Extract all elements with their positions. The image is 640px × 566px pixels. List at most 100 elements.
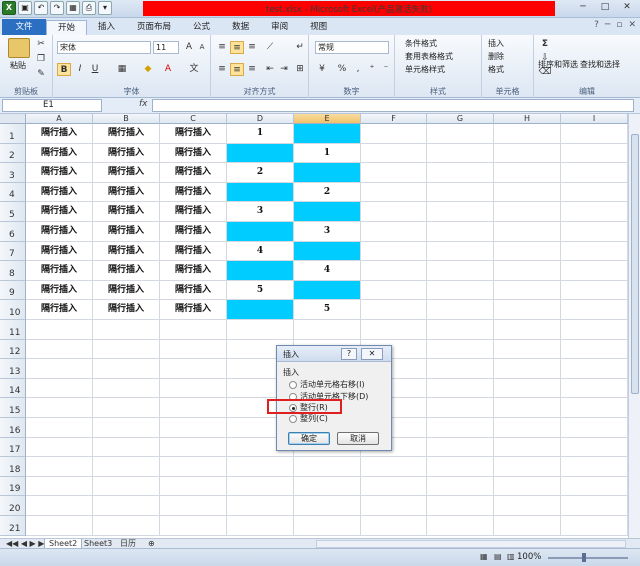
sort-filter-icon[interactable] [548,38,566,58]
borders-icon[interactable]: ▦ [115,63,129,76]
row-header[interactable]: 18 [0,457,26,477]
vertical-scroll-thumb[interactable] [631,134,639,394]
cell-h3[interactable] [494,163,561,183]
cell-e11[interactable] [294,320,361,340]
table-icon[interactable]: ▦ [66,1,80,15]
cell-d6[interactable] [227,222,294,242]
cell-a8[interactable]: 隔行插入 [26,261,93,281]
column-header-d[interactable]: D [227,114,294,124]
cell-d20[interactable] [227,496,294,516]
cell-c4[interactable]: 隔行插入 [160,182,227,203]
redo-icon[interactable]: ↷ [50,1,64,15]
cell-a19[interactable] [26,476,93,497]
zoom-slider-knob[interactable] [582,553,586,562]
cell-a15[interactable] [26,398,93,418]
tab-view[interactable]: 视图 [299,20,338,35]
cell-a14[interactable] [26,378,93,399]
column-header-c[interactable]: C [160,114,227,124]
cell-e3[interactable] [294,163,361,183]
cell-c12[interactable] [160,339,227,360]
cell-e18[interactable] [294,457,361,477]
format-as-table-button[interactable]: 套用表格格式 [405,51,453,62]
horizontal-scrollbar[interactable] [316,540,626,548]
minimize-button[interactable]: ─ [572,0,594,16]
cell-f19[interactable] [361,476,427,497]
cell-h4[interactable] [494,182,561,203]
increase-decimal-icon[interactable]: ⁺ [365,63,379,76]
worksheet-grid[interactable]: A B C D E F G H I 1 隔行插入 隔行插入 隔行插入 1 2 隔行插入 隔行插入 隔行插入 1 3 隔行… [0,114,628,538]
cell-i1[interactable] [561,124,628,144]
cell-h8[interactable] [494,261,561,281]
row-header[interactable]: 6 [0,222,26,242]
cell-g14[interactable] [427,378,494,399]
cell-i13[interactable] [561,359,628,379]
cell-b18[interactable] [93,457,160,477]
cell-g17[interactable] [427,437,494,458]
cell-f7[interactable] [361,241,427,262]
cell-b8[interactable]: 隔行插入 [93,261,160,281]
cell-c19[interactable] [160,476,227,497]
cell-f3[interactable] [361,163,427,183]
cell-c13[interactable] [160,359,227,379]
cell-b21[interactable] [93,516,160,536]
merge-center-icon[interactable]: ⊞ [293,63,307,76]
row-header[interactable]: 1 [0,124,26,144]
align-right-icon[interactable]: ≡ [245,63,259,76]
cell-a7[interactable]: 隔行插入 [26,241,93,262]
cell-g3[interactable] [427,163,494,183]
cell-c21[interactable] [160,516,227,536]
insert-cells-button[interactable]: 插入 [488,38,504,49]
font-size-select[interactable]: 11 [153,41,179,54]
cell-i7[interactable] [561,241,628,262]
cell-c8[interactable]: 隔行插入 [160,261,227,281]
ribbon-minimize-icon[interactable]: ─ [605,20,610,30]
cell-f4[interactable] [361,182,427,203]
number-format-select[interactable]: 常规 [315,41,389,54]
cell-i5[interactable] [561,202,628,222]
cell-b6[interactable]: 隔行插入 [93,222,160,242]
grow-font-icon[interactable]: A [182,41,196,54]
cell-styles-button[interactable]: 单元格样式 [405,64,445,75]
cell-g12[interactable] [427,339,494,360]
cell-h2[interactable] [494,143,561,164]
format-painter-icon[interactable]: ✎ [34,68,48,81]
fill-color-icon[interactable]: ◆ [141,63,155,76]
cell-e9[interactable] [294,280,361,301]
cell-e6[interactable]: 3 [294,222,361,242]
cell-i3[interactable] [561,163,628,183]
cell-b17[interactable] [93,437,160,458]
cut-icon[interactable]: ✂ [34,38,48,51]
cell-i10[interactable] [561,300,628,320]
cell-d5[interactable]: 3 [227,202,294,222]
tab-formulas[interactable]: 公式 [182,20,221,35]
row-header[interactable]: 10 [0,300,26,320]
cell-g5[interactable] [427,202,494,222]
paste-icon[interactable] [8,38,30,58]
row-header[interactable]: 17 [0,437,26,458]
cell-e5[interactable] [294,202,361,222]
cell-a16[interactable] [26,418,93,438]
cell-g19[interactable] [427,476,494,497]
cell-d10[interactable] [227,300,294,320]
column-header-f[interactable]: F [361,114,427,124]
cell-h20[interactable] [494,496,561,516]
cell-d3[interactable]: 2 [227,163,294,183]
cell-a6[interactable]: 隔行插入 [26,222,93,242]
cell-g16[interactable] [427,418,494,438]
cell-a2[interactable]: 隔行插入 [26,143,93,164]
cell-g1[interactable] [427,124,494,144]
align-left-icon[interactable]: ≡ [215,63,229,76]
cell-g15[interactable] [427,398,494,418]
column-header-g[interactable]: G [427,114,494,124]
cell-h12[interactable] [494,339,561,360]
shrink-font-icon[interactable]: A [195,41,209,54]
cell-f2[interactable] [361,143,427,164]
cell-a1[interactable]: 隔行插入 [26,124,93,144]
select-all-corner[interactable] [0,114,26,124]
cell-h13[interactable] [494,359,561,379]
cell-i19[interactable] [561,476,628,497]
cell-i18[interactable] [561,457,628,477]
cell-h18[interactable] [494,457,561,477]
row-header[interactable]: 14 [0,378,26,399]
cell-d8[interactable] [227,261,294,281]
